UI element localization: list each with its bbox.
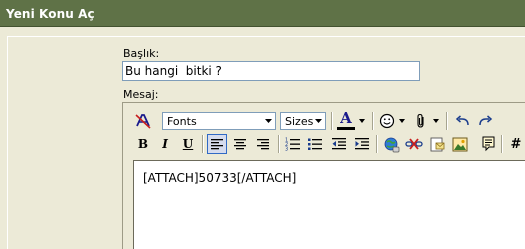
underline-glyph: U xyxy=(182,137,194,151)
attachment-icon[interactable] xyxy=(411,111,431,131)
bulleted-list-icon[interactable] xyxy=(305,134,325,154)
chevron-down-icon xyxy=(262,114,274,128)
insert-link-icon[interactable] xyxy=(381,134,401,154)
indent-icon[interactable] xyxy=(352,134,372,154)
align-center-icon[interactable] xyxy=(230,134,250,154)
chevron-down-icon[interactable] xyxy=(397,111,407,131)
insert-quote-icon[interactable] xyxy=(478,134,498,154)
font-color-glyph: A xyxy=(340,109,352,127)
italic-glyph: I xyxy=(162,137,168,151)
align-right-icon[interactable] xyxy=(253,134,273,154)
subject-input[interactable] xyxy=(125,63,415,79)
toolbar-separator xyxy=(501,135,503,153)
redo-icon[interactable] xyxy=(475,111,495,131)
toolbar-separator xyxy=(372,112,374,130)
remove-format-icon[interactable] xyxy=(133,111,153,131)
font-color-button[interactable]: A xyxy=(336,109,356,131)
hash-glyph: # xyxy=(510,136,522,152)
subject-label: Başlık: xyxy=(123,47,160,60)
undo-icon[interactable] xyxy=(453,111,473,131)
chevron-down-icon[interactable] xyxy=(431,111,441,131)
size-select[interactable]: Sizes xyxy=(280,112,326,130)
align-left-icon xyxy=(211,139,223,150)
chevron-down-icon[interactable] xyxy=(357,111,367,131)
insert-image-icon[interactable] xyxy=(450,134,470,154)
toolbar-separator xyxy=(446,112,448,130)
message-label: Mesaj: xyxy=(123,88,159,101)
message-content: [ATTACH]50733[/ATTACH] xyxy=(143,171,297,185)
insert-email-icon[interactable] xyxy=(427,134,447,154)
numbered-list-icon[interactable]: 1 2 3 xyxy=(283,134,303,154)
chevron-down-icon xyxy=(312,114,324,128)
toolbar-separator xyxy=(331,112,333,130)
title-bar: Yeni Konu Aç xyxy=(0,0,525,27)
remove-link-icon[interactable] xyxy=(404,134,424,154)
message-textarea[interactable]: [ATTACH]50733[/ATTACH] xyxy=(133,160,525,249)
align-left-button[interactable] xyxy=(207,134,227,154)
code-hash-button[interactable]: # xyxy=(507,134,525,154)
toolbar-separator xyxy=(202,135,204,153)
font-color-bar xyxy=(337,127,355,130)
outdent-icon[interactable] xyxy=(329,134,349,154)
italic-button[interactable]: I xyxy=(155,134,175,154)
underline-button[interactable]: U xyxy=(178,134,198,154)
window-title: Yeni Konu Aç xyxy=(6,7,95,21)
bold-glyph: B xyxy=(137,137,149,151)
bold-button[interactable]: B xyxy=(133,134,153,154)
size-select-value: Sizes xyxy=(285,115,314,128)
svg-text:3: 3 xyxy=(285,147,288,152)
smiley-icon[interactable] xyxy=(377,111,397,131)
font-select[interactable]: Fonts xyxy=(162,112,276,130)
toolbar-separator xyxy=(376,135,378,153)
toolbar-separator xyxy=(278,135,280,153)
subject-field[interactable] xyxy=(122,61,420,81)
font-select-value: Fonts xyxy=(167,115,197,128)
